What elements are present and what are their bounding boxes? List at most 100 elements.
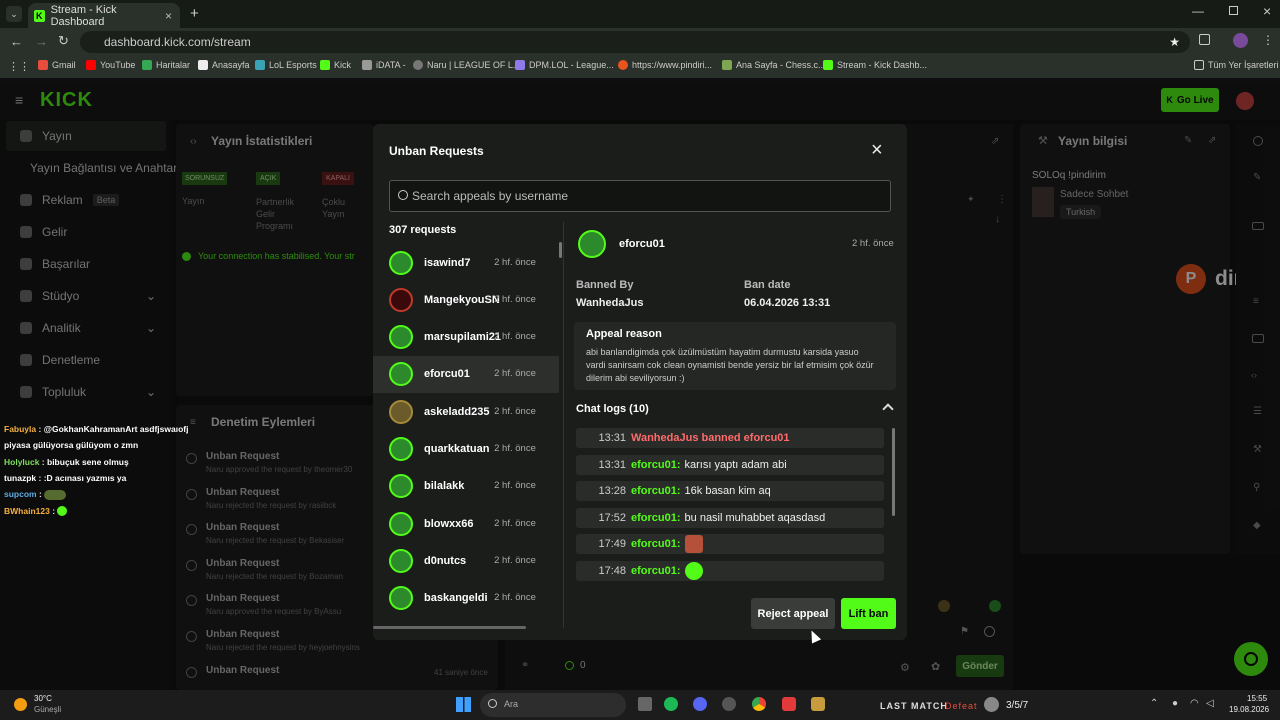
- taskview-icon[interactable]: [638, 697, 652, 711]
- all-bookmarks[interactable]: Tüm Yer İşaretleri: [1194, 60, 1279, 70]
- windows-start-icon[interactable]: [456, 697, 471, 712]
- champion-icon: [984, 697, 999, 712]
- modal-title: Unban Requests: [389, 144, 484, 158]
- overlay-chat-user: BWhain123: [4, 505, 50, 516]
- discord-icon[interactable]: [693, 697, 707, 711]
- bookmark-maps[interactable]: Haritalar: [142, 60, 190, 70]
- apps-icon[interactable]: ⋮⋮: [8, 60, 30, 73]
- detail-time: 2 hf. önce: [852, 238, 894, 249]
- log-message: karısı yaptı adam abi: [684, 458, 787, 471]
- log-time: 13:31: [598, 458, 626, 471]
- bookmark-x[interactable]: Anasayfa: [198, 60, 250, 70]
- taskbar-search[interactable]: Ara: [480, 693, 626, 717]
- avatar: [389, 548, 413, 573]
- emote-icon: [684, 535, 703, 554]
- bookmark-kick-dashboard[interactable]: Stream - Kick Dashb...: [823, 60, 927, 70]
- request-time: 2 hf. önce: [494, 443, 536, 454]
- log-user: eforcu01:: [631, 485, 681, 498]
- request-item[interactable]: quarkkatuan 2 hf. önce: [373, 431, 559, 468]
- avatar: [389, 437, 413, 461]
- bookmark-kick[interactable]: Kick: [320, 60, 351, 70]
- request-item[interactable]: marsupilami21 2 hf. önce: [373, 319, 559, 356]
- back-icon[interactable]: ←: [10, 34, 23, 49]
- riot-icon[interactable]: [782, 697, 796, 711]
- url-field[interactable]: dashboard.kick.com/stream ★: [80, 31, 1190, 53]
- bookmark-naru[interactable]: Naru | LEAGUE OF L...: [413, 60, 520, 70]
- request-time: 2 hf. önce: [494, 368, 536, 380]
- close-icon[interactable]: ×: [871, 140, 883, 160]
- bookmark-chess[interactable]: Ana Sayfa - Chess.c...: [722, 60, 826, 70]
- request-item[interactable]: d0nutcs 2 hf. önce: [373, 542, 559, 579]
- bookmark-pindirim[interactable]: https://www.pindiri...: [618, 60, 712, 70]
- forward-icon[interactable]: →: [35, 34, 48, 49]
- kick-icon: [320, 60, 330, 70]
- maximize-button[interactable]: [1229, 6, 1238, 15]
- league-icon[interactable]: [811, 697, 825, 711]
- steam-icon[interactable]: [722, 697, 736, 711]
- request-item[interactable]: blowxx66 2 hf. önce: [373, 505, 559, 542]
- log-time: 13:31: [598, 432, 626, 444]
- avatar: [389, 474, 413, 499]
- detail-avatar: [578, 230, 606, 258]
- minimize-button[interactable]: —: [1192, 4, 1204, 18]
- bookmark-gmail[interactable]: Gmail: [38, 60, 76, 70]
- search-input[interactable]: Search appeals by username: [389, 180, 891, 212]
- active-tab[interactable]: K Stream - Kick Dashboard ×: [28, 3, 180, 28]
- menu-icon[interactable]: ⋮: [1262, 33, 1274, 47]
- bookmark-youtube[interactable]: YouTube: [86, 60, 135, 70]
- log-time: 13:28: [598, 485, 626, 498]
- chat-log-entry: 17:48 eforcu01:: [576, 561, 884, 581]
- bookmark-star-icon[interactable]: ★: [1169, 35, 1180, 49]
- horizontal-scrollbar[interactable]: [373, 626, 526, 629]
- tray-chevron-icon[interactable]: ⌃: [1150, 698, 1158, 709]
- overlay-chat-user: Fabuyla: [4, 424, 37, 434]
- spotify-icon[interactable]: [664, 697, 678, 711]
- request-item[interactable]: askeladd235 2 hf. önce: [373, 393, 559, 430]
- request-username: askeladd235: [424, 405, 490, 418]
- bookmark-dpm[interactable]: DPM.LOL - League...: [515, 60, 614, 70]
- avatar: [389, 250, 413, 275]
- lift-ban-button[interactable]: Lift ban: [841, 598, 896, 629]
- wifi-icon[interactable]: ◠: [1190, 698, 1199, 709]
- logs-scrollbar[interactable]: [892, 428, 895, 516]
- new-tab-button[interactable]: +: [190, 5, 199, 22]
- tab-search-button[interactable]: ⌄: [6, 6, 22, 22]
- tab-close-icon[interactable]: ×: [165, 9, 172, 23]
- mic-icon[interactable]: ●: [1172, 698, 1178, 709]
- log-message: bu nasil muhabbet aqasdasd: [684, 511, 826, 524]
- bookmark-idata[interactable]: iDATA -: [362, 60, 406, 70]
- avatar: [389, 362, 413, 387]
- request-item[interactable]: isawind7 2 hf. önce: [373, 244, 559, 281]
- bookmark-lolesports[interactable]: LoL Esports: [255, 60, 317, 70]
- close-window-button[interactable]: ×: [1263, 3, 1271, 19]
- chevron-up-icon[interactable]: [882, 403, 894, 415]
- emote-icon: [44, 489, 67, 500]
- kick-icon: [823, 60, 833, 70]
- extensions-icon[interactable]: [1199, 34, 1210, 45]
- list-scrollbar[interactable]: [559, 242, 562, 258]
- avatar: [389, 511, 413, 536]
- chrome-icon[interactable]: [752, 697, 766, 711]
- chat-log-entry: 13:31 WanhedaJus banned eforcu01: [576, 428, 884, 448]
- reject-appeal-button[interactable]: Reject appeal: [751, 598, 835, 629]
- detail-username: eforcu01: [619, 238, 665, 250]
- request-item[interactable]: MangekyouSN 2 hf. önce: [373, 281, 559, 318]
- volume-icon[interactable]: ◁: [1206, 698, 1214, 709]
- chat-logs-label[interactable]: Chat logs (10): [576, 403, 649, 415]
- request-time: 2 hf. önce: [494, 517, 536, 529]
- chess-icon: [722, 60, 732, 70]
- gmail-icon: [38, 60, 48, 70]
- banned-by-value: WanhedaJus: [576, 297, 644, 309]
- pindirim-icon: [618, 60, 628, 70]
- reload-icon[interactable]: ↻: [58, 33, 69, 49]
- tab-bar: ⌄ K Stream - Kick Dashboard × + — ×: [0, 0, 1280, 28]
- overlay-chat-line: piyasa gülüyorsa gülüyom o zmn: [4, 440, 138, 450]
- request-item[interactable]: baskangeldi 2 hf. önce: [373, 580, 559, 617]
- request-item[interactable]: bilalakk 2 hf. önce: [373, 468, 559, 505]
- taskbar: 30°C Güneşli Ara LAST MATCH Defeat 3/5/7…: [0, 690, 1280, 720]
- profile-avatar[interactable]: [1233, 33, 1248, 48]
- banned-by-label: Banned By: [576, 279, 634, 291]
- request-username: isawind7: [424, 256, 471, 269]
- request-item[interactable]: eforcu01 2 hf. önce: [373, 355, 559, 393]
- divider: [563, 222, 564, 628]
